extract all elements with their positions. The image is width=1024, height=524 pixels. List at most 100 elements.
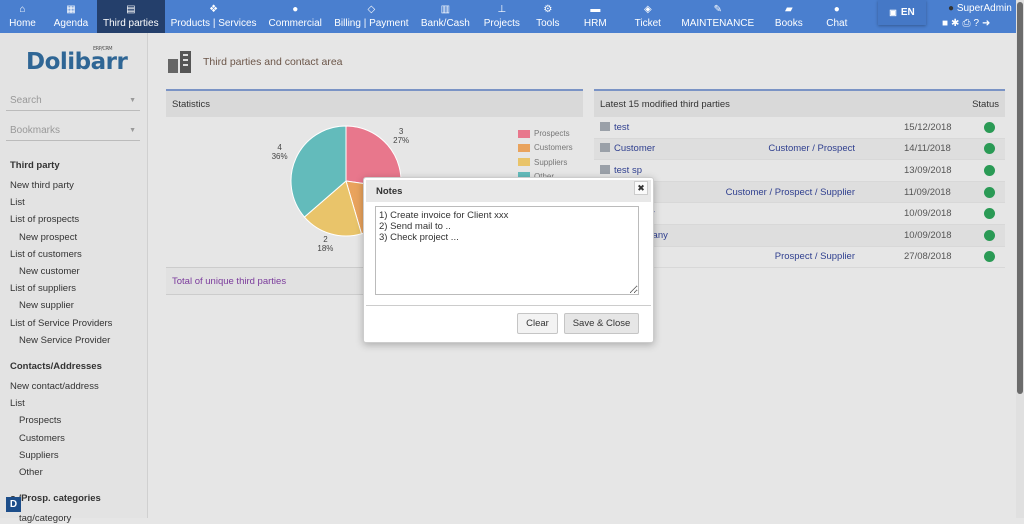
home-icon: ⌂: [19, 4, 26, 15]
note-icon[interactable]: ■: [942, 18, 951, 29]
nav-maintenance[interactable]: ✎ MAINTENANCE: [673, 0, 763, 33]
close-icon[interactable]: ✖: [634, 181, 648, 195]
nav-billing-payment[interactable]: ◇ Billing | Payment: [328, 0, 415, 33]
building-icon: ▤: [126, 4, 136, 15]
table-row: rol Company10/09/2018: [594, 224, 1005, 247]
nav-chat[interactable]: ● Chat: [815, 0, 859, 33]
sidebar-item[interactable]: List of customers: [10, 249, 82, 260]
company-icon: [600, 164, 610, 174]
latest-header: Latest 15 modified third parties: [600, 98, 730, 110]
nav-agenda[interactable]: ▦ Agenda: [45, 0, 97, 33]
sidebar-heading: Contacts/Addresses: [10, 361, 102, 372]
legend-swatch: [518, 143, 530, 152]
sidebar-item[interactable]: Other: [19, 467, 43, 478]
calendar-icon: ▦: [66, 4, 76, 15]
third-party-link[interactable]: test sp: [600, 164, 642, 176]
sidebar-item[interactable]: New Service Provider: [19, 335, 110, 346]
sidebar-item[interactable]: List: [10, 398, 25, 409]
status-active-icon: [984, 208, 995, 220]
caret-down-icon: ▼: [129, 127, 136, 134]
legend-item: Customers: [518, 143, 573, 152]
table-row: test sp 13/09/2018: [594, 160, 1005, 182]
sitemap-icon: ⊥: [497, 4, 507, 15]
sidebar-item[interactable]: List: [10, 197, 25, 208]
modified-date: 10/09/2018: [904, 229, 952, 241]
sidebar-item[interactable]: New third party: [10, 180, 74, 191]
legend-swatch: [518, 129, 530, 138]
third-party-link[interactable]: test: [600, 121, 629, 133]
status-active-icon: [984, 164, 995, 176]
cogs-icon: ⚙: [543, 4, 553, 15]
divider: [366, 305, 651, 306]
sidebar-item[interactable]: tag/category: [19, 513, 71, 524]
wrench-icon: ✎: [713, 4, 722, 15]
legend-item: Prospects: [518, 129, 570, 138]
pie-label: 3 27%: [393, 127, 410, 146]
sidebar-heading: Third party: [10, 160, 60, 171]
third-party-type: Customer / Prospect / Supplier: [725, 186, 855, 198]
nav-bank-cash[interactable]: ▥ Bank/Cash: [415, 0, 476, 33]
bookmarks-select[interactable]: Bookmarks ▼: [6, 125, 140, 141]
logout-icon[interactable]: ➜: [982, 18, 993, 29]
scrollbar-thumb[interactable]: [1017, 2, 1023, 394]
flag-icon: ▣: [889, 8, 897, 17]
nav-projects[interactable]: ⊥ Projects: [476, 0, 528, 33]
nav-hrm[interactable]: ▬ HRM: [568, 0, 623, 33]
status-active-icon: [984, 229, 995, 241]
search-select[interactable]: Search ▼: [6, 95, 140, 111]
sidebar-item[interactable]: New supplier: [19, 300, 74, 311]
sidebar-item[interactable]: List of suppliers: [10, 283, 76, 294]
building-icon: [168, 51, 191, 73]
third-party-link[interactable]: Customer: [600, 143, 655, 154]
notes-dialog: Notes ✖ 1) Create invoice for Client xxx…: [363, 177, 654, 343]
language-button[interactable]: ▣ EN: [878, 0, 926, 25]
status-active-icon: [984, 121, 995, 133]
dolibarr-badge-icon[interactable]: D: [6, 497, 21, 512]
user-icon: ●: [948, 3, 955, 14]
sidebar-item[interactable]: List of prospects: [10, 214, 79, 225]
sidebar-item[interactable]: New customer: [19, 266, 80, 277]
caret-down-icon: ▼: [129, 97, 136, 104]
sidebar-item[interactable]: Suppliers: [19, 450, 59, 461]
help-icon[interactable]: ?: [973, 18, 982, 29]
nav-products-services[interactable]: ❖ Products | Services: [165, 0, 263, 33]
status-active-icon: [984, 251, 995, 263]
nav-tools[interactable]: ⚙ Tools: [528, 0, 568, 33]
modified-date: 15/12/2018: [904, 121, 952, 133]
clear-button[interactable]: Clear: [517, 313, 558, 334]
sidebar-heading: o./Prosp. categories: [10, 493, 101, 505]
nav-home[interactable]: ⌂ Home: [0, 0, 45, 33]
user-menu[interactable]: ● SuperAdmin: [948, 3, 1012, 14]
print-icon[interactable]: ⎙: [962, 18, 973, 29]
modified-date: 13/09/2018: [904, 164, 952, 176]
dialog-title: Notes: [366, 180, 651, 202]
sidebar-item[interactable]: Customers: [19, 433, 65, 444]
nav-third-parties[interactable]: ▤ Third parties: [97, 0, 165, 33]
table-row: test 15/12/2018: [594, 117, 1005, 139]
nav-commercial[interactable]: ● Commercial: [263, 0, 328, 33]
nav-books[interactable]: ▰ Books: [763, 0, 815, 33]
comment-icon: ●: [833, 4, 840, 15]
scrollbar[interactable]: [1016, 0, 1024, 518]
top-navbar: ⌂ Home ▦ Agenda ▤ Third parties ❖ Products | Se…: [0, 0, 1016, 33]
notes-textarea[interactable]: 1) Create invoice for Client xxx 2) Send…: [375, 206, 639, 295]
bug-icon[interactable]: ✱: [951, 18, 962, 29]
ticket-icon: ◈: [643, 4, 652, 15]
sidebar: Dolibarr ERP/CRM Search ▼ Bookmarks ▼ Third…: [0, 33, 148, 524]
sidebar-item[interactable]: List of Service Providers: [10, 318, 112, 329]
modified-date: 10/09/2018: [904, 208, 952, 220]
table-row: Prospect / Supplier 27/08/2018: [594, 247, 1005, 269]
modified-date: 14/11/2018: [904, 143, 951, 155]
company-icon: [600, 143, 610, 153]
sidebar-item[interactable]: New contact/address: [10, 381, 99, 392]
third-party-type: Customer / Prospect: [768, 143, 855, 155]
sidebar-item[interactable]: Prospects: [19, 415, 61, 426]
table-row: Customer Customer / Prospect 14/11/2018: [594, 138, 1005, 161]
sidebar-item[interactable]: New prospect: [19, 232, 77, 243]
toolbar-icons: ■✱⎙?➜: [942, 18, 993, 29]
nav-ticket[interactable]: ◈ Ticket: [623, 0, 673, 33]
archive-icon: ▬: [590, 4, 601, 15]
company-icon: [600, 121, 610, 131]
save-close-button[interactable]: Save & Close: [564, 313, 639, 334]
modified-date: 27/08/2018: [904, 251, 952, 263]
